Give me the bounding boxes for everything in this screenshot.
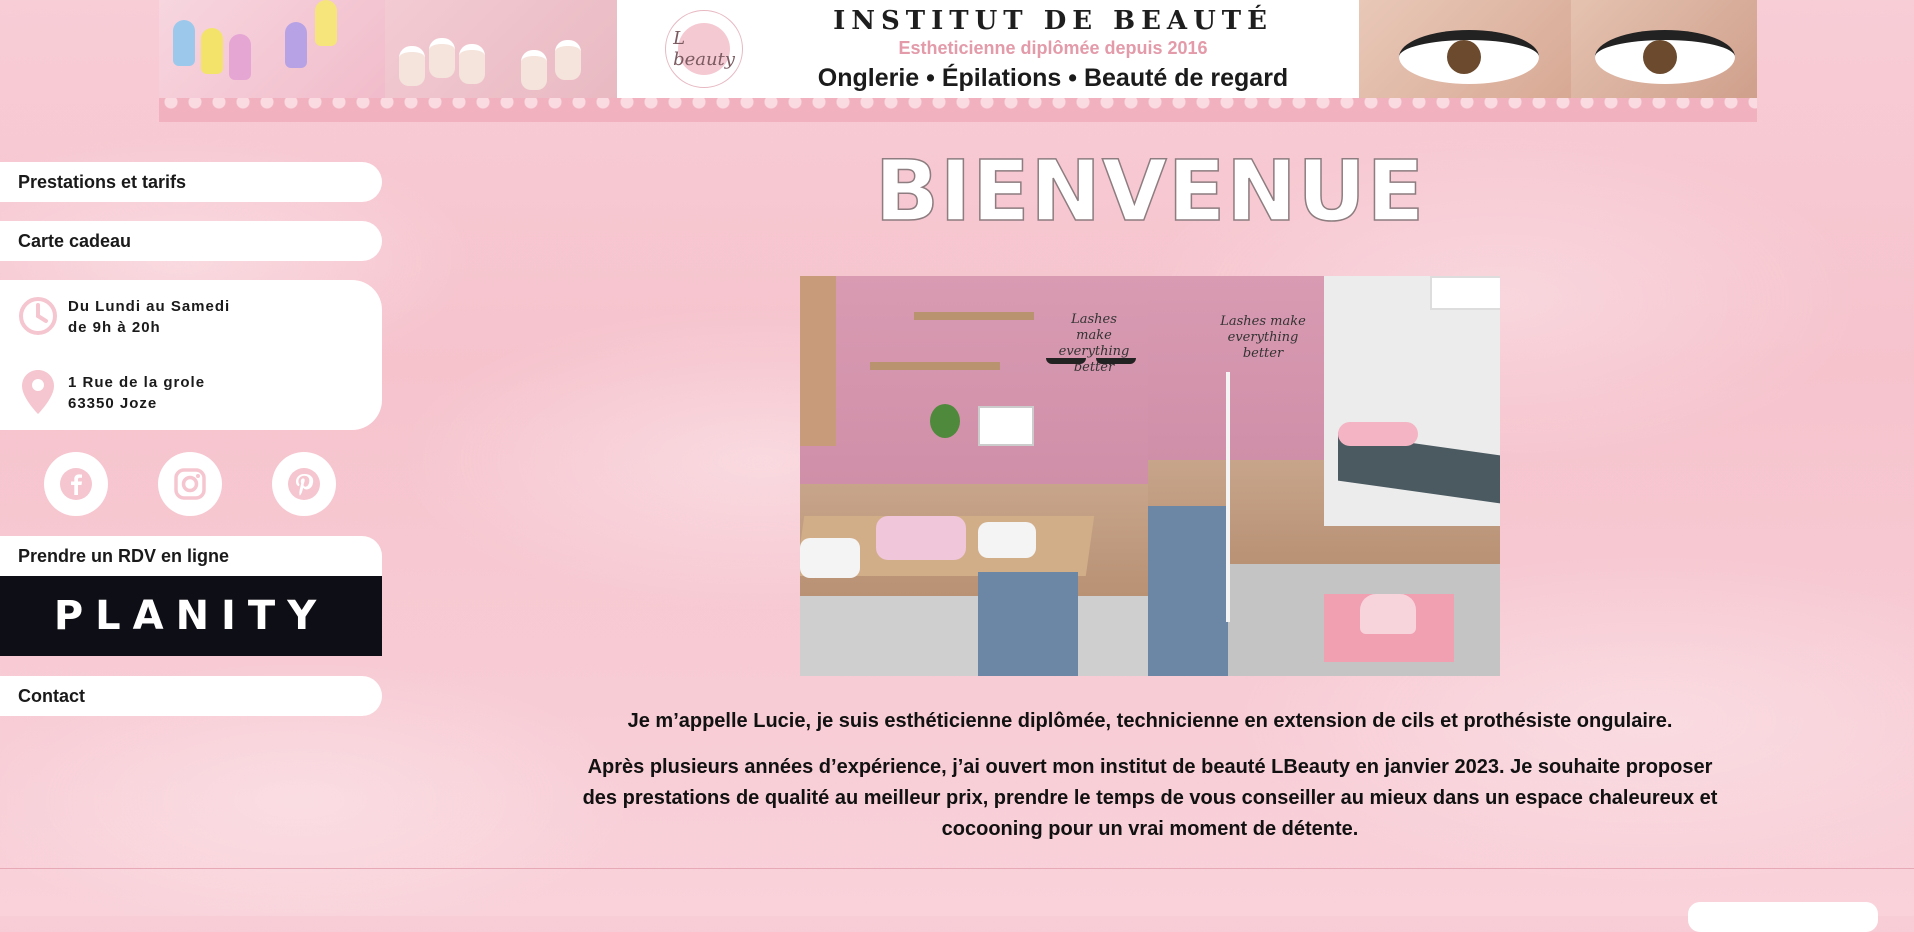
salon-photo: Lashes make everything better Lashes mak…	[800, 276, 1500, 676]
footer-divider	[0, 868, 1914, 869]
lace-border	[159, 98, 1757, 122]
nav-contact-label: Contact	[18, 685, 85, 706]
feet-photo	[385, 0, 617, 98]
intro-paragraph-2: Après plusieurs années d’expérience, j’a…	[582, 756, 1718, 840]
nav-carte-label: Carte cadeau	[18, 230, 132, 251]
wall-text: Lashes make everything better	[1058, 312, 1130, 375]
nav-contact[interactable]: Contact	[0, 676, 382, 716]
opening-hours: Du Lundi au Samedi de 9h à 20h	[68, 298, 231, 336]
social-links	[0, 452, 382, 516]
banner-services: Onglerie • Épilations • Beauté de regard	[817, 64, 1289, 92]
banner-subtitle: Estheticienne diplômée depuis 2016	[898, 38, 1208, 58]
planity-booking-button[interactable]: PLANITY	[0, 576, 382, 656]
nav-carte-cadeau[interactable]: Carte cadeau	[0, 221, 382, 261]
page-title: BIENVENUE	[874, 141, 1426, 241]
header-banner: L beauty INSTITUT DE BEAUTÉ Estheticienn…	[159, 0, 1757, 122]
nav-prestations-label: Prestations et tarifs	[18, 171, 187, 192]
lashes-photo-2	[1571, 0, 1757, 98]
planity-logo: PLANITY	[53, 593, 329, 639]
address: 1 Rue de la grole 63350 Joze	[68, 374, 206, 412]
nav-prestations-tarifs[interactable]: Prestations et tarifs	[0, 162, 382, 202]
corner-widget-button[interactable]	[1688, 902, 1878, 932]
intro-paragraph-1: Je m’appelle Lucie, je suis esthéticienn…	[627, 710, 1673, 732]
nails-photo	[159, 0, 385, 98]
pinterest-icon[interactable]	[272, 452, 336, 516]
instagram-icon[interactable]	[158, 452, 222, 516]
banner-title: INSTITUT DE BEAUTÉ	[833, 6, 1273, 36]
banner-branding: L beauty INSTITUT DE BEAUTÉ Estheticienn…	[617, 0, 1359, 98]
lashes-photo-1	[1359, 0, 1571, 98]
online-booking-heading: Prendre un RDV en ligne	[0, 536, 382, 576]
facebook-icon[interactable]	[44, 452, 108, 516]
location-pin-icon	[22, 370, 54, 419]
clock-icon	[18, 296, 58, 341]
contact-info-box: Du Lundi au Samedi de 9h à 20h 1 Rue de …	[0, 280, 382, 430]
